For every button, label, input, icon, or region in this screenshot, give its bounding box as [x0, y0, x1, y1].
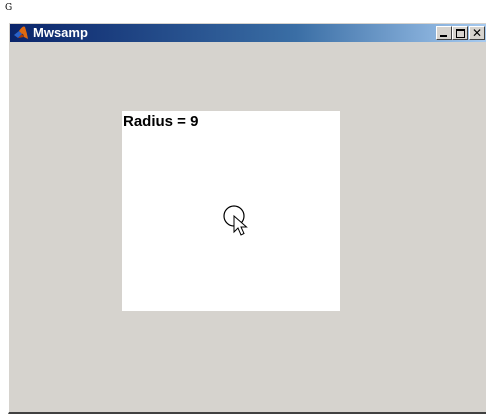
- radius-label: Radius = 9: [123, 113, 199, 130]
- window-title: Mwsamp: [33, 25, 88, 40]
- title-bar[interactable]: Mwsamp ✕: [10, 24, 486, 42]
- minimize-button[interactable]: [436, 26, 452, 40]
- corner-label: G: [5, 3, 13, 13]
- app-window: Mwsamp ✕ Radius = 9: [8, 22, 486, 414]
- circle-and-cursor: [223, 205, 248, 236]
- maximize-icon: [456, 29, 465, 38]
- maximize-button[interactable]: [452, 26, 468, 40]
- minimize-icon: [440, 35, 447, 37]
- matlab-icon: [14, 26, 28, 39]
- close-icon: ✕: [471, 26, 483, 40]
- drawing-canvas[interactable]: Radius = 9: [122, 111, 340, 311]
- arrow-cursor-icon: [233, 214, 248, 236]
- close-button[interactable]: ✕: [469, 26, 485, 40]
